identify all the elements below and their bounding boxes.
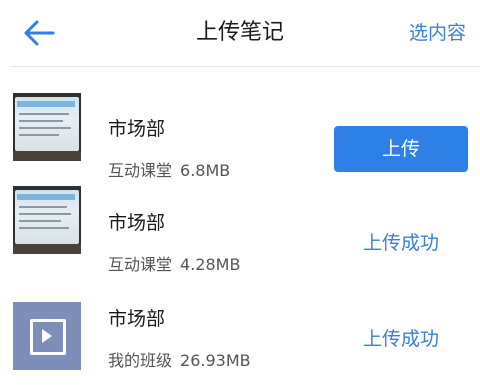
list-item: 市场部 互动课堂 4.28MB 上传成功 — [0, 175, 480, 274]
item-meta: 我的班级 26.93MB — [108, 351, 251, 371]
list-item: 市场部 我的班级 26.93MB 上传成功 — [0, 271, 480, 370]
header-divider — [10, 66, 480, 67]
upload-button[interactable]: 上传 — [334, 126, 468, 172]
upload-status: 上传成功 — [362, 232, 439, 254]
top-bar: 上传笔记 选内容 — [0, 0, 480, 66]
note-thumbnail — [13, 186, 81, 254]
item-category: 我的班级 — [108, 351, 173, 370]
video-thumbnail — [13, 302, 81, 370]
list-item: 市场部 互动课堂 6.8MB 上传 — [0, 79, 480, 180]
select-content-link[interactable]: 选内容 — [409, 20, 466, 46]
item-name: 市场部 — [108, 212, 166, 234]
upload-notes-screen: 上传笔记 选内容 市场部 互动课堂 6.8MB 上传 市场部 互动课堂 4.28… — [0, 0, 480, 385]
item-name: 市场部 — [108, 308, 166, 330]
item-size: 26.93MB — [180, 351, 251, 370]
note-thumbnail — [13, 93, 81, 161]
item-name: 市场部 — [108, 118, 166, 140]
back-arrow-icon[interactable] — [22, 18, 56, 48]
upload-status: 上传成功 — [362, 328, 439, 350]
